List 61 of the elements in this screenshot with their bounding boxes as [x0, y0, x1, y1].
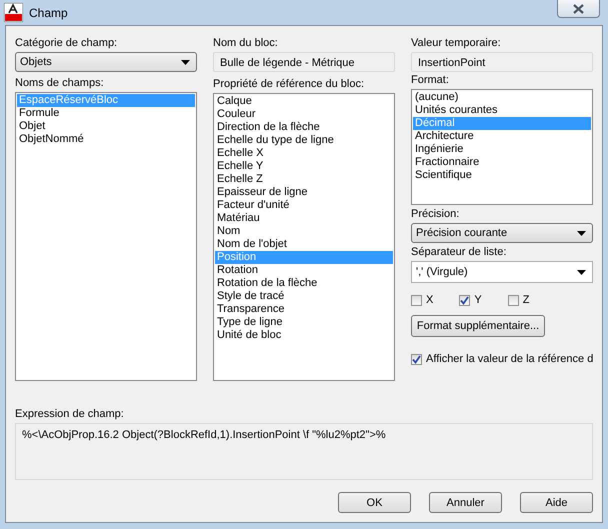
list-item[interactable]: Echelle Y	[215, 160, 393, 173]
dropdown[interactable]: Précision courante	[411, 223, 593, 243]
field-label: Propriété de référence du bloc:	[213, 78, 366, 91]
field-label: Valeur temporaire:	[411, 37, 502, 50]
list-item[interactable]: Calque	[215, 95, 393, 108]
close-icon	[573, 4, 584, 14]
caret-icon	[181, 60, 190, 64]
checkbox-label: Y	[474, 294, 482, 306]
list-item[interactable]: Architecture	[413, 130, 591, 143]
field-label: Format:	[411, 74, 450, 87]
field-label: Catégorie de champ:	[15, 37, 118, 50]
close-button[interactable]	[557, 0, 600, 18]
list-item[interactable]: Fractionnaire	[413, 156, 591, 169]
list-item[interactable]: (aucune)	[413, 91, 591, 104]
dialog-button[interactable]: OK	[338, 492, 411, 513]
caret-icon	[577, 270, 586, 274]
checkbox-label: Z	[522, 294, 530, 306]
checkbox[interactable]	[508, 294, 519, 306]
list-item[interactable]: Direction de la flèche	[215, 121, 393, 134]
list-item[interactable]: Formule	[17, 107, 195, 120]
dropdown[interactable]: Objets	[15, 52, 197, 72]
caret-icon	[577, 230, 586, 236]
list-item[interactable]: Rotation de la flèche	[215, 277, 393, 290]
field-label: Noms de champs:	[15, 77, 105, 90]
readonly-field: InsertionPoint	[411, 52, 593, 72]
list-item[interactable]: Ingénierie	[413, 143, 591, 156]
checkbox[interactable]	[411, 354, 422, 364]
list-item[interactable]: Style de tracé	[215, 290, 393, 303]
list-item[interactable]: Unité de bloc	[215, 329, 393, 342]
list-item[interactable]: Transparence	[215, 303, 393, 316]
list-item[interactable]: Objet	[17, 120, 195, 133]
list-item[interactable]: Unités courantes	[413, 104, 591, 117]
field-label: Précision:	[411, 208, 460, 221]
checkbox[interactable]	[459, 294, 470, 306]
checkbox-label: Afficher la valeur de la référence d	[426, 353, 594, 365]
field-label: Expression de champ:	[15, 408, 125, 421]
checkbox-label: X	[426, 294, 434, 306]
list-item[interactable]: Nom	[215, 225, 393, 238]
list-item[interactable]: Echelle Z	[215, 173, 393, 186]
list-item[interactable]: Rotation	[215, 264, 393, 277]
readonly-field: Bulle de légende - Métrique	[213, 52, 395, 72]
app-icon	[4, 3, 23, 22]
list-item[interactable]: Scientifique	[413, 169, 591, 182]
list-item[interactable]: Facteur d'unité	[215, 199, 393, 212]
dialog-button[interactable]: Aide	[520, 492, 593, 513]
list-item[interactable]: Matériau	[215, 212, 393, 225]
list-item[interactable]: Epaisseur de ligne	[215, 186, 393, 199]
list-item[interactable]: ObjetNommé	[17, 133, 195, 146]
field-label: Séparateur de liste:	[411, 246, 508, 259]
list-item[interactable]: Echelle X	[215, 147, 393, 160]
dialog-button[interactable]: Annuler	[429, 492, 502, 513]
list-item[interactable]: Nom de l'objet	[215, 238, 393, 251]
format-button[interactable]: Format supplémentaire...	[411, 315, 545, 337]
checkbox[interactable]	[411, 294, 422, 306]
window-title: Champ	[29, 6, 68, 20]
list-item[interactable]: Type de ligne	[215, 316, 393, 329]
dropdown[interactable]: ',' (Virgule)	[411, 261, 593, 283]
expression-field[interactable]: %<\AcObjProp.16.2 Object(?BlockRefId,1).InsertionPoint \f "%lu2%pt2">%	[15, 423, 593, 480]
list-item[interactable]: Couleur	[215, 108, 393, 121]
field-label: Nom du bloc:	[213, 37, 279, 50]
list-item[interactable]: Echelle du type de ligne	[215, 134, 393, 147]
